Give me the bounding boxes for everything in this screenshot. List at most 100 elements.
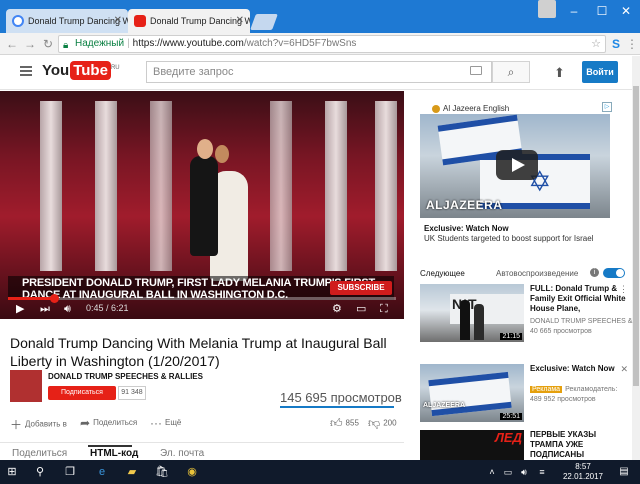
info-icon[interactable]: i xyxy=(590,268,599,277)
related-video-ad[interactable]: ALJAZEERA 25:51 Exclusive: Watch Now Рек… xyxy=(420,364,630,426)
dancing-couple xyxy=(185,131,248,281)
plus-icon: ＋ xyxy=(10,418,23,432)
youtube-logo[interactable]: You Tube RU xyxy=(42,61,120,80)
subscribe-button[interactable]: Подписаться xyxy=(48,386,116,400)
close-icon[interactable]: ✕ xyxy=(114,9,122,33)
forward-icon[interactable]: → xyxy=(22,36,38,52)
speaker-icon[interactable]: 🔊︎ xyxy=(516,464,532,480)
search-icon: ⌕ xyxy=(507,65,515,79)
upload-icon[interactable]: ⬆ xyxy=(554,65,565,81)
youtube-header: You Tube RU Введите запрос ⌕ ⬆ Войти xyxy=(0,56,632,90)
youtube-icon xyxy=(134,15,146,27)
ad-thumbnail[interactable]: ✡ ALJAZEERA xyxy=(420,114,610,218)
taskbar-clock[interactable]: 8:57 22.01.2017 xyxy=(560,462,606,482)
store-icon[interactable]: 🛍︎ xyxy=(154,464,170,480)
up-next-label: Следующее xyxy=(420,269,465,278)
tab-embed[interactable]: HTML-код xyxy=(90,448,138,459)
browser-tab-bar: Donald Trump Dancing W ✕ Donald Trump Da… xyxy=(0,0,640,33)
search-input[interactable]: Введите запрос xyxy=(146,61,492,83)
url-path: /watch?v=6HD5F7bwSns xyxy=(243,38,357,49)
more-button[interactable]: ··· Ещё xyxy=(150,416,181,430)
ad-title[interactable]: Exclusive: Watch Now xyxy=(424,224,509,233)
tab-youtube[interactable]: Donald Trump Dancing W ✕ xyxy=(128,9,250,33)
network-icon[interactable]: ▭ xyxy=(500,464,516,480)
fullscreen-icon[interactable]: ⛶ xyxy=(380,301,388,317)
profile-icon[interactable] xyxy=(538,0,556,18)
next-icon[interactable]: ⏭ xyxy=(40,301,50,317)
divider xyxy=(0,442,404,443)
tab-share[interactable]: Поделиться xyxy=(12,448,67,459)
menu-dots-icon[interactable]: ⋮ xyxy=(624,36,640,52)
secure-label: Надежный xyxy=(75,38,125,49)
show-hidden-icons-icon[interactable]: ˄ xyxy=(484,464,500,480)
video-thumbnail[interactable]: NIT 21:15 xyxy=(420,284,524,342)
edge-icon[interactable]: e xyxy=(94,464,110,480)
active-tab-indicator xyxy=(88,445,132,447)
video-progress-bar[interactable] xyxy=(8,294,396,303)
address-bar[interactable]: 🔒︎ Надежный | https://www.youtube.com/watc… xyxy=(58,35,606,53)
bookmark-star-icon[interactable]: ☆ xyxy=(591,36,601,52)
play-icon[interactable]: ▶ xyxy=(16,301,24,317)
page-scrollbar[interactable] xyxy=(632,56,640,460)
more-dots-icon[interactable]: ⋮ xyxy=(619,284,628,295)
sidebar-ad[interactable]: Al Jazeera English ▷ ✡ ALJAZEERA Exclusi… xyxy=(418,100,612,245)
task-view-icon[interactable]: ❐ xyxy=(62,464,78,480)
language-icon[interactable]: ≡ xyxy=(534,464,550,480)
like-button[interactable]: 👍︎ 855 xyxy=(330,416,359,431)
autoplay-toggle[interactable] xyxy=(603,268,625,278)
google-icon xyxy=(12,15,24,27)
video-title[interactable]: ПЕРВЫЕ УКАЗЫ ТРАМПА УЖЕ ПОДПИСАНЫ xyxy=(530,430,626,460)
related-video[interactable]: ЛЕД ПЕРВЫЕ УКАЗЫ ТРАМПА УЖЕ ПОДПИСАНЫ xyxy=(420,430,630,460)
time-display: 0:45 / 6:21 xyxy=(86,303,129,313)
minimize-icon[interactable]: – xyxy=(560,2,588,20)
thumbs-up-icon: 👍︎ xyxy=(330,416,343,430)
reload-icon[interactable]: ↻ xyxy=(40,36,56,52)
search-button[interactable]: ⌕ xyxy=(492,61,530,83)
notifications-icon[interactable]: ▤ xyxy=(616,464,632,480)
lock-icon: 🔒︎ xyxy=(63,40,69,51)
share-arrow-icon: ➦ xyxy=(80,416,91,430)
url-host: https://www.youtube.com xyxy=(132,38,244,49)
new-tab-button[interactable] xyxy=(250,14,278,30)
share-button[interactable]: ➦ Поделиться xyxy=(80,416,137,430)
skype-extension-icon[interactable]: S xyxy=(608,36,624,52)
back-icon[interactable]: ← xyxy=(4,36,20,52)
related-video[interactable]: NIT 21:15 FULL: Donald Trump & Family Ex… xyxy=(420,284,633,346)
settings-gear-icon[interactable]: ⚙ xyxy=(332,301,342,317)
file-explorer-icon[interactable]: ▰ xyxy=(124,464,140,480)
subscribe-overlay-button[interactable]: SUBSCRIBE xyxy=(330,281,392,295)
theater-mode-icon[interactable]: ▭ xyxy=(356,301,366,317)
windows-start-icon[interactable]: ⊞ xyxy=(4,464,20,480)
ad-meta: Реклама Рекламодатель: xyxy=(530,386,618,393)
window-close-icon[interactable]: ✕ xyxy=(612,2,640,20)
video-thumbnail[interactable]: ЛЕД xyxy=(420,430,524,460)
video-title[interactable]: FULL: Donald Trump & Family Exit Officia… xyxy=(530,284,626,314)
dislike-button[interactable]: 👎︎ 200 xyxy=(368,416,397,431)
add-to-button[interactable]: ＋ Добавить в xyxy=(10,416,67,433)
like-ratio-bar xyxy=(280,406,394,408)
video-channel: DONALD TRUMP SPEECHES & xyxy=(530,318,633,325)
signin-button[interactable]: Войти xyxy=(582,61,618,83)
chrome-icon[interactable]: ◉ xyxy=(184,464,200,480)
windows-taskbar: ⊞ ⚲ ❐ e ▰ 🛍︎ ◉ ˄ ▭ 🔊︎ ≡ ▤ xyxy=(0,460,640,484)
close-icon[interactable]: ✕ xyxy=(236,9,244,33)
video-thumbnail[interactable]: ALJAZEERA 25:51 xyxy=(420,364,524,422)
tab-email[interactable]: Эл. почта xyxy=(160,448,204,459)
keyboard-icon[interactable] xyxy=(470,66,482,75)
video-title[interactable]: Exclusive: Watch Now xyxy=(530,364,626,374)
close-icon[interactable]: ✕ xyxy=(620,364,628,375)
view-count: 145 695 просмотров xyxy=(280,390,402,405)
channel-name[interactable]: DONALD TRUMP SPEECHES & RALLIES xyxy=(48,372,203,381)
al-jazeera-logo-icon xyxy=(432,104,440,113)
video-views: 40 665 просмотров xyxy=(530,328,592,335)
thumbs-down-icon: 👎︎ xyxy=(368,416,381,430)
video-player[interactable]: PRESIDENT DONALD TRUMP, FIRST LADY MELAN… xyxy=(0,91,404,319)
video-title: Donald Trump Dancing With Melania Trump … xyxy=(10,335,387,369)
volume-icon[interactable]: 🔊︎ xyxy=(64,301,71,317)
search-icon[interactable]: ⚲ xyxy=(32,464,48,480)
ad-info-icon[interactable]: ▷ xyxy=(602,102,612,112)
channel-avatar[interactable] xyxy=(10,370,42,402)
play-button-icon[interactable] xyxy=(496,150,538,180)
hamburger-menu-icon[interactable] xyxy=(20,66,32,76)
tab-google[interactable]: Donald Trump Dancing W ✕ xyxy=(6,9,128,33)
